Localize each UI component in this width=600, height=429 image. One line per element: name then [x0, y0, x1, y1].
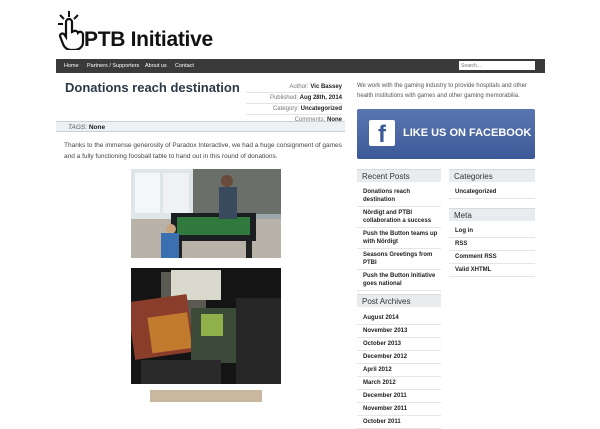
recent-posts-list: Donations reach destination Nördigt and …: [357, 186, 441, 291]
site-logo[interactable]: PTB Initiative: [56, 8, 231, 52]
post-title[interactable]: Donations reach destination: [65, 80, 240, 95]
facebook-like-button[interactable]: f LIKE US ON FACEBOOK: [357, 109, 535, 159]
recent-post-link[interactable]: Nördigt and PTBI collaboration a success: [357, 207, 441, 228]
recent-posts-title: Recent Posts: [357, 169, 441, 182]
recent-post-link[interactable]: Push the Button teams up with Nördigt: [357, 228, 441, 249]
archives-title: Post Archives: [357, 294, 441, 307]
post-body: Thanks to the immense generosity of Para…: [64, 142, 342, 160]
meta-widget-title: Meta: [449, 208, 535, 221]
archive-link[interactable]: November 2011: [357, 403, 441, 416]
meta-value: Aug 28th, 2014: [299, 95, 342, 101]
archive-link[interactable]: October 2011: [357, 416, 441, 429]
category-link[interactable]: Uncategorized: [449, 186, 535, 199]
meta-label: Category:: [272, 106, 299, 112]
tags-bar: TAGS: None: [56, 121, 345, 132]
page: PTB Initiative Home Partners / Supporter…: [56, 0, 545, 429]
comment-rss-link[interactable]: Comment RSS: [449, 251, 535, 264]
rss-link[interactable]: RSS: [449, 238, 535, 251]
meta-label: Author:: [289, 84, 309, 90]
archive-link[interactable]: November 2013: [357, 325, 441, 338]
recent-post-link[interactable]: Donations reach destination: [357, 186, 441, 207]
nav-contact[interactable]: Contact: [175, 59, 194, 73]
post-meta: Author: Vic Bassey Published: Aug 28th, …: [246, 82, 342, 126]
login-link[interactable]: Log in: [449, 225, 535, 238]
archives-list: August 2014 November 2013 October 2013 D…: [357, 312, 441, 429]
meta-category: Category: Uncategorized: [246, 104, 342, 115]
categories-title: Categories: [449, 169, 535, 182]
archive-link[interactable]: October 2013: [357, 338, 441, 351]
games-photo: [131, 268, 281, 384]
main-nav: Home Partners / Supporters About us Cont…: [56, 59, 545, 73]
meta-widget-list: Log in RSS Comment RSS Valid XHTML: [449, 225, 535, 277]
category-link[interactable]: Uncategorized: [301, 106, 342, 112]
donation-photo: [150, 390, 262, 402]
facebook-label: LIKE US ON FACEBOOK: [403, 127, 532, 139]
valid-xhtml-link[interactable]: Valid XHTML: [449, 264, 535, 277]
author-link[interactable]: Vic Bassey: [310, 84, 342, 90]
meta-published: Published: Aug 28th, 2014: [246, 93, 342, 104]
recent-post-link[interactable]: Seasons Greetings from PTBI: [357, 249, 441, 270]
facebook-icon: f: [369, 120, 395, 148]
nav-partners[interactable]: Partners / Supporters: [87, 59, 139, 73]
archive-link[interactable]: March 2012: [357, 377, 441, 390]
site-title: PTB Initiative: [84, 28, 213, 51]
archive-link[interactable]: April 2012: [357, 364, 441, 377]
nav-home[interactable]: Home: [64, 59, 79, 73]
meta-label: Published:: [269, 95, 298, 101]
search-input[interactable]: [459, 61, 535, 70]
tags-value: None: [88, 124, 106, 131]
foosball-photo: [131, 169, 281, 258]
sidebar-intro: We work with the gaming industry to prov…: [357, 83, 527, 99]
archive-link[interactable]: December 2012: [357, 351, 441, 364]
recent-post-link[interactable]: Push the Button Initiative goes national: [357, 270, 441, 291]
nav-about[interactable]: About us: [145, 59, 167, 73]
archive-link[interactable]: December 2011: [357, 390, 441, 403]
tags-label: TAGS:: [68, 124, 88, 131]
archive-link[interactable]: August 2014: [357, 312, 441, 325]
categories-list: Uncategorized: [449, 186, 535, 199]
meta-author: Author: Vic Bassey: [246, 82, 342, 93]
